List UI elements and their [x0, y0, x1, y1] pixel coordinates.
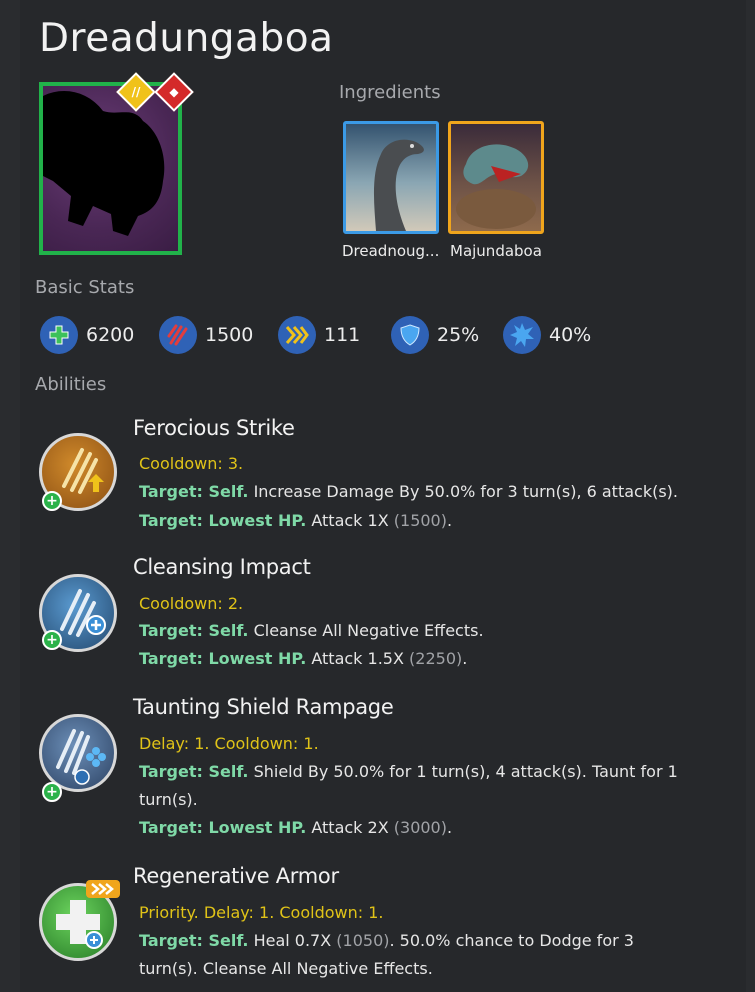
ingredient-card-dreadnoughtus[interactable] — [343, 121, 439, 234]
ability-effect: turn(s). Cleanse All Negative Effects. — [139, 955, 729, 983]
ability-effect: Target: Lowest HP. Attack 1.5X (2250). — [139, 645, 729, 673]
ingredients-label: Ingredients — [339, 82, 441, 103]
taunting-shield-rampage-icon[interactable] — [39, 714, 117, 792]
effect-tail: . 50.0% chance to Dodge for 3 — [389, 931, 634, 950]
ability-name: Taunting Shield Rampage — [133, 695, 394, 719]
ingredient-card-majundaboa[interactable] — [448, 121, 544, 234]
damage-value: (2250) — [409, 649, 463, 668]
target-label: Target: Lowest HP. — [139, 818, 307, 837]
target-label: Target: Self. — [139, 931, 249, 950]
creature-portrait[interactable] — [39, 82, 182, 255]
armor-icon — [391, 316, 429, 354]
effect-text: Attack 2X — [306, 818, 394, 837]
effect-text: Cleanse All Negative Effects. — [248, 621, 484, 640]
ability-effect: Target: Lowest HP. Attack 2X (3000). — [139, 814, 729, 842]
effect-text: turn(s). — [139, 790, 198, 809]
stat-health: 6200 — [40, 316, 134, 354]
effect-text: Increase Damage By 50.0% for 3 turn(s), … — [248, 482, 678, 501]
effect-text: Attack 1.5X — [306, 649, 410, 668]
dreadnoughtus-image — [373, 139, 424, 231]
effect-text: turn(s). Cleanse All Negative Effects. — [139, 959, 433, 978]
ingredient-name: Dreadnoug... — [342, 242, 440, 260]
stat-crit: 40% — [503, 316, 591, 354]
effect-tail: . — [446, 511, 453, 530]
target-label: Target: Self. — [139, 482, 249, 501]
effect-tail: . — [446, 818, 453, 837]
health-icon — [40, 316, 78, 354]
heal-plus-icon: + — [42, 491, 62, 511]
fang-icon: ◆ — [169, 85, 179, 99]
basic-stats-label: Basic Stats — [35, 277, 135, 298]
claw-marks-icon: // — [131, 85, 141, 99]
damage-value: (1500) — [393, 511, 447, 530]
stat-value: 25% — [437, 324, 480, 346]
ability-effect: Target: Self. Cleanse All Negative Effec… — [139, 617, 729, 645]
damage-value: (3000) — [393, 818, 447, 837]
ability-effect: Target: Self. Heal 0.7X (1050). 50.0% ch… — [139, 927, 729, 955]
stat-speed: 111 — [278, 316, 360, 354]
ability-name: Cleansing Impact — [133, 555, 311, 579]
ability-timing: Delay: 1. Cooldown: 1. — [139, 734, 319, 753]
heal-plus-icon: + — [42, 630, 62, 650]
ability-effect: Target: Lowest HP. Attack 1X (1500). — [139, 507, 729, 535]
priority-arrows-icon — [86, 880, 120, 898]
target-label: Target: Lowest HP. — [139, 649, 307, 668]
effect-tail: . — [462, 649, 468, 668]
heal-plus-icon: + — [42, 782, 62, 802]
ability-effect: turn(s). — [139, 786, 729, 814]
target-label: Target: Lowest HP. — [139, 511, 307, 530]
stat-value: 40% — [549, 324, 592, 346]
creature-title: Dreadungaboa — [39, 16, 334, 61]
heal-value: (1050) — [336, 931, 390, 950]
ingredient-name: Majundaboa — [450, 242, 542, 260]
ability-timing: Cooldown: 2. — [139, 594, 244, 613]
speed-icon — [278, 316, 316, 354]
crit-icon — [503, 316, 541, 354]
ability-timing: Priority. Delay: 1. Cooldown: 1. — [139, 903, 384, 922]
effect-text: Heal 0.7X — [248, 931, 337, 950]
effect-text: Shield By 50.0% for 1 turn(s), 4 attack(… — [248, 762, 678, 781]
ability-name: Regenerative Armor — [133, 864, 339, 888]
creature-silhouette-icon — [43, 91, 165, 236]
stat-value: 6200 — [86, 324, 135, 346]
stat-value: 111 — [324, 324, 361, 346]
target-label: Target: Self. — [139, 621, 249, 640]
ability-timing: Cooldown: 3. — [139, 454, 244, 473]
stat-damage: 1500 — [159, 316, 253, 354]
damage-icon — [159, 316, 197, 354]
target-label: Target: Self. — [139, 762, 249, 781]
ability-effect: Target: Self. Shield By 50.0% for 1 turn… — [139, 758, 729, 786]
majundaboa-image — [456, 144, 536, 229]
stat-value: 1500 — [205, 324, 254, 346]
effect-text: Attack 1X — [306, 511, 394, 530]
ability-effect: Target: Self. Increase Damage By 50.0% f… — [139, 478, 729, 506]
stat-armor: 25% — [391, 316, 479, 354]
abilities-label: Abilities — [35, 374, 107, 395]
ability-name: Ferocious Strike — [133, 416, 295, 440]
